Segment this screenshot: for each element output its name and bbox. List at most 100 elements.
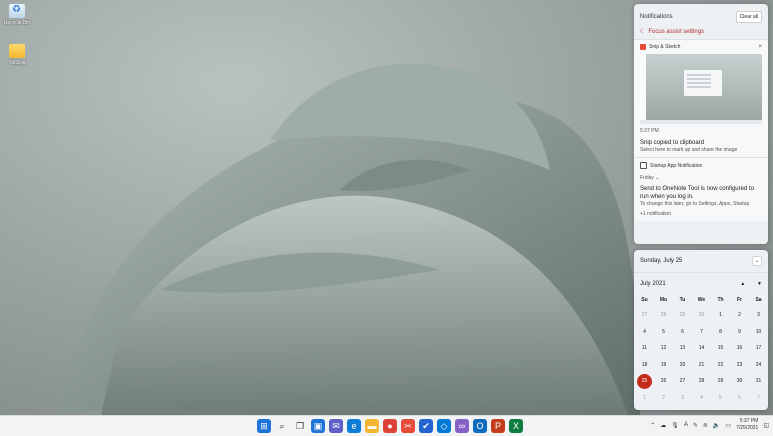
calendar-day[interactable]: 29 [673, 307, 692, 324]
snip-notification[interactable]: Snip & Sketch × 5:37 PM Snip copied to c… [634, 39, 768, 157]
collapse-calendar-button[interactable]: ⌄ [752, 256, 762, 266]
calendar-day[interactable]: 30 [692, 307, 711, 324]
calendar-day[interactable]: 19 [654, 357, 673, 374]
system-tray: ⌃ ☁ 🎙 A ✎ ≋ 🔈 ▭ 5:37 PM 7/25/2021 ◱ [650, 418, 769, 432]
calendar-day[interactable]: 3 [749, 307, 768, 324]
calendar-day[interactable]: 15 [711, 340, 730, 357]
calendar-day[interactable]: 26 [654, 373, 673, 390]
weekday-header: We [697, 297, 706, 303]
recycle-bin-icon [9, 4, 25, 18]
chrome-icon[interactable]: ● [383, 419, 397, 433]
startup-app-icon [640, 162, 647, 169]
calendar-day[interactable]: 16 [730, 340, 749, 357]
chevron-up-icon[interactable]: ⌃ [650, 422, 655, 429]
calendar-day[interactable]: 1 [635, 390, 654, 407]
calendar-day[interactable]: 13 [673, 340, 692, 357]
volume-icon[interactable]: 🔈 [713, 422, 720, 429]
calendar-day[interactable]: 14 [692, 340, 711, 357]
calendar-day[interactable]: 2 [654, 390, 673, 407]
close-icon[interactable]: × [758, 44, 762, 50]
taskbar-clock[interactable]: 5:37 PM 7/25/2021 [736, 418, 758, 432]
calendar-day[interactable]: 28 [692, 373, 711, 390]
vscode-icon[interactable]: ◇ [437, 419, 451, 433]
calendar-day[interactable]: 31 [749, 373, 768, 390]
focus-assist-link[interactable]: ☾ Focus assist settings [634, 24, 768, 39]
calendar-grid: Su Mo Tu We Th Fr Sa 27 28 29 30 1 2 3 4 5 6 7 8 9 10 11 12 13 1… [634, 293, 768, 406]
calendar-day[interactable]: 10 [749, 324, 768, 341]
notification-time: 5:37 PM [640, 128, 659, 134]
calendar-day[interactable]: 18 [635, 357, 654, 374]
notification-day[interactable]: Friday ⌄ [640, 175, 762, 181]
desktop-icon-label: TikStop [8, 60, 26, 66]
calendar-day[interactable]: 30 [730, 373, 749, 390]
moon-icon: ☾ [640, 29, 646, 35]
start-icon[interactable]: ⊞ [257, 419, 271, 433]
outlook-icon[interactable]: O [473, 419, 487, 433]
calendar-day[interactable]: 7 [692, 324, 711, 341]
calendar-day[interactable]: 6 [673, 324, 692, 341]
calendar-day[interactable]: 6 [730, 390, 749, 407]
calendar-day[interactable]: 7 [749, 390, 768, 407]
calendar-day[interactable]: 20 [673, 357, 692, 374]
calendar-day[interactable]: 11 [635, 340, 654, 357]
startup-notification[interactable]: Startup App Notification Friday ⌄ Send t… [634, 157, 768, 221]
excel-icon[interactable]: X [509, 419, 523, 433]
notification-title: Notifications [640, 14, 673, 20]
clear-all-button[interactable]: Clear all [735, 11, 762, 23]
snip-thumbnail[interactable] [640, 54, 762, 124]
calendar-day[interactable]: 23 [730, 357, 749, 374]
calendar-day[interactable]: 3 [673, 390, 692, 407]
desktop-icon-label: Recycle Bin [3, 20, 31, 26]
calendar-day[interactable]: 17 [749, 340, 768, 357]
onedrive-icon[interactable]: ☁ [660, 422, 666, 429]
calendar-day[interactable]: 24 [749, 357, 768, 374]
calendar-day[interactable]: 1 [711, 307, 730, 324]
taskbar-apps: ⊞ ⌕ ❐ ▣ ✉ e ▬ ● ✂ ✔ ◇ ∞ O P X [257, 419, 523, 433]
battery-icon[interactable]: ▭ [725, 422, 731, 429]
todo-icon[interactable]: ✔ [419, 419, 433, 433]
chat-icon[interactable]: ✉ [329, 419, 343, 433]
calendar-day[interactable]: 9 [730, 324, 749, 341]
file-explorer-icon[interactable]: ▬ [365, 419, 379, 433]
desktop-icon-recycle-bin[interactable]: Recycle Bin [0, 4, 34, 26]
task-view-icon[interactable]: ❐ [293, 419, 307, 433]
notification-subtext: Select here to mark up and share the ima… [640, 147, 738, 153]
calendar-day[interactable]: 4 [692, 390, 711, 407]
calendar-day[interactable]: 21 [692, 357, 711, 374]
mic-icon[interactable]: 🎙 [671, 422, 679, 429]
calendar-day[interactable]: 5 [654, 324, 673, 341]
notification-app-name: Snip & Sketch [649, 44, 681, 50]
notification-app-name: Startup App Notification [650, 162, 703, 169]
calendar-day[interactable]: 2 [730, 307, 749, 324]
notification-center: Notifications Clear all ☾ Focus assist s… [634, 4, 768, 244]
folder-icon [9, 44, 25, 58]
weekday-header: Sa [755, 297, 762, 303]
chevron-down-icon[interactable]: ▼ [757, 281, 762, 287]
notification-icon[interactable]: ◱ [763, 422, 769, 429]
desktop-icon-folder[interactable]: TikStop [0, 44, 34, 66]
font-icon[interactable]: A [684, 422, 688, 428]
powerpoint-icon[interactable]: P [491, 419, 505, 433]
calendar-day-today[interactable]: 25 [635, 373, 654, 390]
calendar-day[interactable]: 27 [673, 373, 692, 390]
notification-subtext: To change this later, go to Settings, Ap… [640, 201, 750, 207]
calendar-day[interactable]: 22 [711, 357, 730, 374]
calendar-month-label[interactable]: July 2021 [640, 281, 666, 287]
snip-sketch-icon [640, 44, 646, 50]
calendar-day[interactable]: 28 [654, 307, 673, 324]
chevron-up-icon[interactable]: ▲ [740, 281, 745, 287]
calendar-day[interactable]: 12 [654, 340, 673, 357]
calendar-day[interactable]: 29 [711, 373, 730, 390]
calendar-day[interactable]: 4 [635, 324, 654, 341]
widgets-icon[interactable]: ▣ [311, 419, 325, 433]
calendar-day[interactable]: 5 [711, 390, 730, 407]
calendar-day[interactable]: 27 [635, 307, 654, 324]
pen-icon[interactable]: ✎ [693, 422, 698, 429]
more-notifications-link[interactable]: +1 notification [640, 211, 762, 217]
search-icon[interactable]: ⌕ [275, 419, 289, 433]
visual-studio-icon[interactable]: ∞ [455, 419, 469, 433]
wifi-icon[interactable]: ≋ [703, 422, 708, 429]
calendar-day[interactable]: 8 [711, 324, 730, 341]
edge-icon[interactable]: e [347, 419, 361, 433]
snip-icon[interactable]: ✂ [401, 419, 415, 433]
